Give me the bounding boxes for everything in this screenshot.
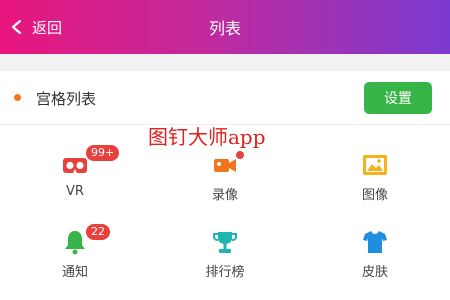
watermark-text: 图钉大师app bbox=[148, 125, 266, 149]
notification-dot bbox=[236, 151, 244, 159]
grid-item-label: 皮肤 bbox=[361, 265, 388, 280]
top-nav-bar: 返回 列表 bbox=[0, 0, 450, 54]
count-badge: 99+ bbox=[86, 145, 120, 161]
grid-item-notification[interactable]: 22 通知 bbox=[0, 224, 150, 299]
page-title: 列表 bbox=[208, 19, 241, 38]
grid-item-image[interactable]: 图像 bbox=[300, 152, 450, 222]
grid-item-label: 图像 bbox=[361, 188, 388, 203]
section-title: 宫格列表 bbox=[36, 90, 97, 108]
grid-item-label: 录像 bbox=[211, 188, 238, 203]
video-camera-icon bbox=[214, 159, 236, 172]
trophy-icon bbox=[213, 232, 237, 253]
vr-headset-icon bbox=[63, 158, 87, 173]
grid-item-ranking[interactable]: 排行榜 bbox=[150, 229, 300, 299]
section-header: 宫格列表 设置 bbox=[0, 71, 450, 125]
grid-item-video[interactable]: 录像 bbox=[150, 151, 300, 222]
grid-item-vr[interactable]: 99+ VR bbox=[0, 145, 150, 222]
grid-item-label: 排行榜 bbox=[205, 265, 245, 280]
page: 返回 列表 宫格列表 设置 图钉大师app 99+ VR 录像 图像 22 通知… bbox=[0, 0, 450, 300]
grid-item-label: VR bbox=[66, 184, 84, 199]
image-icon bbox=[363, 155, 387, 175]
divider-strip bbox=[0, 54, 450, 71]
settings-button[interactable]: 设置 bbox=[364, 82, 432, 114]
count-badge: 22 bbox=[86, 224, 110, 240]
bell-icon bbox=[65, 231, 85, 255]
grid-item-skin[interactable]: 皮肤 bbox=[300, 229, 450, 299]
grid-item-label: 通知 bbox=[61, 265, 88, 280]
shirt-icon bbox=[363, 231, 387, 253]
bullet-dot-icon bbox=[14, 94, 21, 101]
